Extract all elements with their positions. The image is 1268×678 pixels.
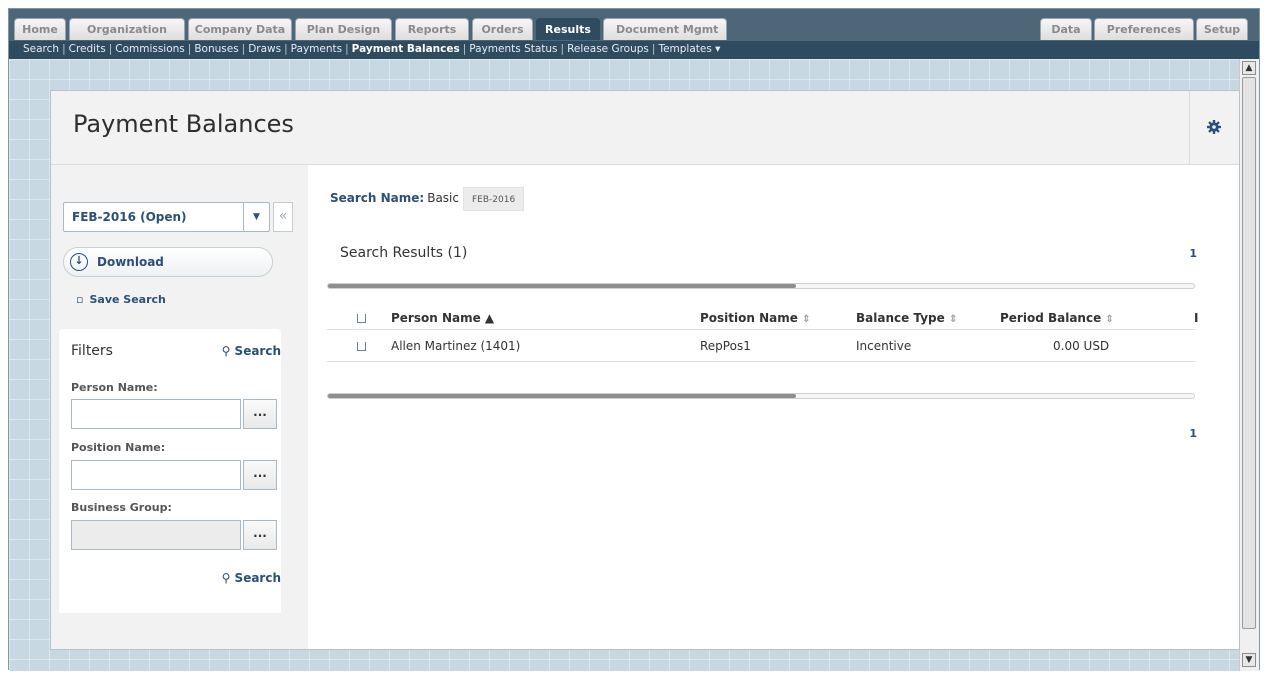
tab-data[interactable]: Data	[1040, 18, 1092, 40]
search-period-chip: FEB-2016	[463, 187, 525, 211]
business-group-lookup-button[interactable]: ...	[243, 520, 277, 550]
header-divider	[327, 329, 1195, 330]
results-area: Search Name: Basic FEB-2016 Search Result…	[308, 165, 1239, 649]
person-name-lookup-button[interactable]: ...	[243, 399, 277, 429]
position-name-label: Position Name:	[71, 441, 166, 454]
download-button[interactable]: ↓ Download	[63, 247, 273, 277]
tab-company-data[interactable]: Company Data	[188, 18, 292, 40]
column-position-name[interactable]: Position Name ⇕	[700, 311, 810, 325]
download-icon: ↓	[70, 253, 88, 271]
cell-period-balance: 0.00 USD	[1053, 339, 1110, 353]
vertical-scrollbar[interactable]: ▲ ▼	[1239, 59, 1259, 671]
save-search-label: Save Search	[89, 293, 166, 306]
search-name-label: Search Name:	[330, 191, 425, 205]
results-title: Search Results (1)	[340, 245, 468, 261]
filters-title: Filters	[71, 343, 113, 359]
filters-panel: Filters ⚲ Search Person Name: ... Positi…	[59, 329, 281, 613]
business-group-input[interactable]	[71, 520, 241, 550]
page-title: Payment Balances	[73, 110, 294, 138]
tab-results[interactable]: Results	[536, 18, 600, 40]
subnav-commissions[interactable]: Commissions	[115, 43, 185, 55]
gear-icon	[1207, 120, 1221, 134]
filters-search-label: Search	[234, 344, 281, 358]
search-name-value: Basic	[427, 191, 459, 205]
search-icon: ⚲	[221, 344, 231, 358]
column-position-name-label: Position Name	[700, 311, 798, 325]
row-checkbox[interactable]	[357, 342, 366, 351]
collapse-sidebar-button[interactable]: «	[273, 202, 293, 232]
tab-home[interactable]: Home	[14, 18, 66, 40]
subnav-credits[interactable]: Credits	[69, 43, 106, 55]
tab-preferences[interactable]: Preferences	[1094, 18, 1194, 40]
filters-search-link[interactable]: ⚲ Search	[222, 344, 281, 358]
position-name-lookup-button[interactable]: ...	[243, 460, 277, 490]
person-name-label: Person Name:	[71, 381, 158, 394]
download-label: Download	[97, 255, 164, 269]
table-horizontal-scrollbar-top[interactable]	[327, 283, 1195, 289]
tab-orders[interactable]: Orders	[472, 18, 533, 40]
subnav-bonuses[interactable]: Bonuses	[194, 43, 238, 55]
subnav-payment-balances[interactable]: Payment Balances	[352, 43, 460, 55]
column-next-header[interactable]: I	[1194, 311, 1198, 325]
search-name: Search Name: Basic	[330, 191, 459, 205]
business-group-label: Business Group:	[71, 501, 172, 514]
position-name-input[interactable]	[71, 460, 241, 490]
period-select[interactable]: FEB-2016 (Open) ▼	[63, 202, 270, 232]
person-name-input[interactable]	[71, 399, 241, 429]
save-search-link[interactable]: ▫ Save Search	[76, 293, 166, 306]
subnav-payments-status[interactable]: Payments Status	[469, 43, 557, 55]
column-person-name[interactable]: Person Name ▲	[391, 311, 494, 325]
pager-top[interactable]: 1	[1189, 247, 1197, 260]
tab-plan-design[interactable]: Plan Design	[295, 18, 392, 40]
cell-person-name[interactable]: Allen Martinez (1401)	[391, 339, 520, 353]
pager-bottom[interactable]: 1	[1189, 427, 1197, 440]
cell-balance-type: Incentive	[856, 339, 912, 353]
tab-setup[interactable]: Setup	[1196, 18, 1248, 40]
subnav-release-groups[interactable]: Release Groups	[567, 43, 649, 55]
sort-icon: ⇕	[802, 314, 811, 325]
tab-organization[interactable]: Organization	[69, 18, 185, 40]
column-period-balance[interactable]: Period Balance ⇕	[1000, 311, 1114, 325]
settings-button[interactable]	[1189, 91, 1239, 164]
sub-navigation: Search | Credits | Commissions | Bonuses | Draws…	[9, 41, 1259, 59]
search-icon: ⚲	[221, 571, 231, 585]
app-window: Home Organization Company Data Plan Desi…	[8, 8, 1260, 671]
cell-position-name: RepPos1	[700, 339, 751, 353]
payment-balances-panel: Payment Balances FEB-2016 (Open) ▼ « ↓ D…	[50, 90, 1240, 650]
column-balance-type[interactable]: Balance Type ⇕	[856, 311, 957, 325]
row-divider	[327, 361, 1195, 362]
period-select-value: FEB-2016 (Open)	[72, 210, 187, 224]
column-period-balance-label: Period Balance	[1000, 311, 1102, 325]
top-tab-bar: Home Organization Company Data Plan Desi…	[9, 9, 1259, 41]
filters-bottom-search-link[interactable]: ⚲ Search	[222, 571, 281, 585]
subnav-payments[interactable]: Payments	[291, 43, 342, 55]
left-sidebar: FEB-2016 (Open) ▼ « ↓ Download ▫ Save Sea…	[51, 165, 308, 649]
panel-header: Payment Balances	[51, 91, 1239, 165]
tab-document-mgmt[interactable]: Document Mgmt	[603, 18, 727, 40]
column-balance-type-label: Balance Type	[856, 311, 945, 325]
column-person-name-label: Person Name ▲	[391, 311, 495, 325]
subnav-templates[interactable]: Templates ▾	[658, 43, 720, 55]
save-icon: ▫	[76, 293, 84, 306]
table-horizontal-scrollbar-bottom[interactable]	[327, 393, 1195, 399]
tab-reports[interactable]: Reports	[395, 18, 469, 40]
scrollbar-thumb[interactable]	[328, 284, 796, 288]
subnav-search[interactable]: Search	[23, 43, 59, 55]
scrollbar-thumb[interactable]	[1242, 77, 1256, 629]
subnav-draws[interactable]: Draws	[248, 43, 281, 55]
filters-bottom-search-label: Search	[234, 571, 281, 585]
scrollbar-thumb[interactable]	[328, 394, 796, 398]
sort-icon: ⇕	[948, 314, 958, 325]
scroll-up-icon[interactable]: ▲	[1242, 61, 1256, 75]
chevron-down-icon[interactable]: ▼	[243, 203, 269, 231]
scroll-down-icon[interactable]: ▼	[1242, 653, 1256, 667]
select-all-checkbox[interactable]	[357, 314, 366, 323]
sort-icon: ⇕	[1105, 314, 1114, 325]
